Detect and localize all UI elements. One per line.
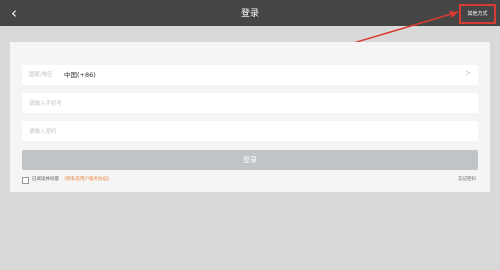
region-value: 中国(+86): [64, 71, 96, 79]
terms-link[interactable]: 《隐私及用户服务协议》: [62, 176, 112, 182]
region-selector[interactable]: 国家/地区 中国(+86) >: [22, 65, 478, 85]
top-navigation-bar: ‹ 登录 其他方式: [0, 0, 500, 26]
region-label: 国家/地区: [29, 72, 53, 78]
phone-input[interactable]: 请输入手机号: [22, 93, 478, 113]
login-button[interactable]: 登录: [22, 150, 478, 170]
login-card: 国家/地区 中国(+86) > 请输入手机号 请输入密码 登录 已阅读并同意 《…: [10, 42, 490, 192]
other-methods-button[interactable]: 其他方式: [459, 4, 496, 24]
page-title: 登录: [240, 9, 259, 19]
password-input[interactable]: 请输入密码: [22, 121, 478, 141]
chevron-right-icon: >: [465, 69, 471, 77]
phone-placeholder: 请输入手机号: [29, 101, 63, 107]
agree-checkbox[interactable]: [22, 177, 29, 184]
password-placeholder: 请输入密码: [29, 129, 57, 135]
forgot-password-link[interactable]: 忘记密码: [458, 176, 476, 182]
agree-text: 已阅读并同意: [32, 177, 59, 182]
